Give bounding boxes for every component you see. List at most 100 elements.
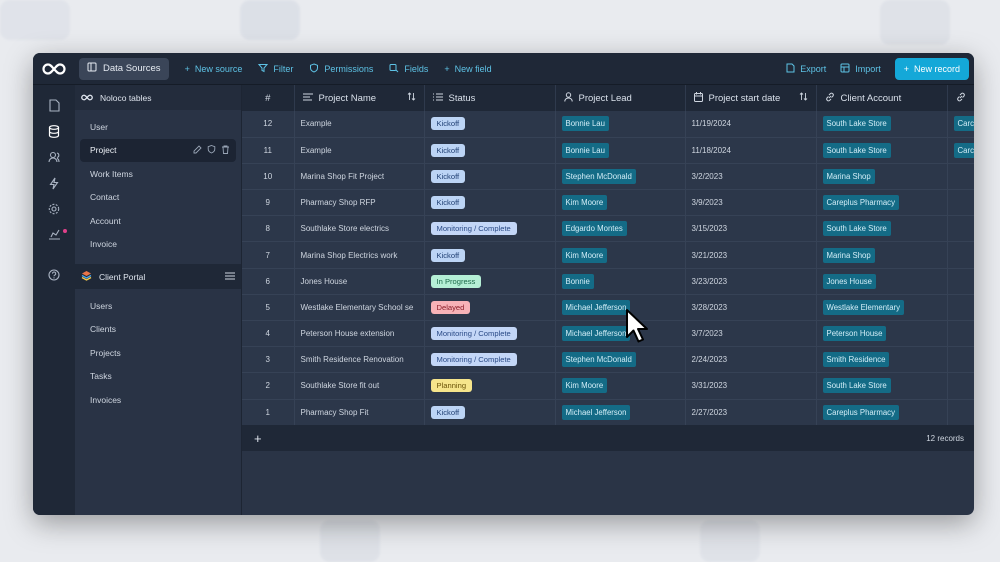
status-cell[interactable]: Monitoring / Complete <box>424 215 556 243</box>
sidebar-item-projects[interactable]: Projects <box>80 341 236 365</box>
project-name-cell[interactable]: Pharmacy Shop RFP <box>294 189 425 217</box>
linked-record-chip[interactable]: Carc <box>953 116 974 132</box>
sidebar-item-user[interactable]: User <box>80 115 236 139</box>
edit-icon[interactable] <box>193 145 202 156</box>
project-lead-chip[interactable]: Stephen McDonald <box>561 168 636 184</box>
add-row-button[interactable]: + <box>254 431 262 446</box>
project-lead-cell[interactable]: Stephen McDonald <box>555 346 686 374</box>
sort-icon[interactable] <box>799 92 808 104</box>
extra-cell[interactable]: Carc <box>947 137 974 164</box>
project-name-cell[interactable]: Westlake Elementary School se <box>294 294 425 322</box>
project-lead-chip[interactable]: Bonnie <box>561 273 594 289</box>
sidebar-item-tasks[interactable]: Tasks <box>80 365 236 389</box>
filter-button[interactable]: Filter <box>258 63 293 75</box>
client-account-cell[interactable]: South Lake Store <box>816 215 948 243</box>
new-field-button[interactable]: + New field <box>444 64 491 74</box>
extra-cell[interactable] <box>947 372 974 400</box>
import-button[interactable]: Import <box>840 63 881 75</box>
project-name-cell[interactable]: Pharmacy Shop Fit <box>294 399 425 426</box>
status-cell[interactable]: Delayed <box>424 294 556 322</box>
status-cell[interactable]: Kickoff <box>424 399 556 426</box>
status-cell[interactable]: Kickoff <box>424 163 556 191</box>
extra-cell[interactable]: Carc <box>947 111 974 138</box>
project-lead-cell[interactable]: Michael Jefferson <box>555 399 686 426</box>
client-account-cell[interactable]: South Lake Store <box>816 372 948 400</box>
table-row[interactable]: 6 Jones House In Progress Bonnie 3/23/2023 Jo… <box>242 268 974 295</box>
client-account-chip[interactable]: South Lake Store <box>822 116 891 132</box>
project-lead-cell[interactable]: Bonnie <box>555 268 686 295</box>
project-name-cell[interactable]: Marina Shop Electrics work <box>294 241 425 269</box>
extra-cell[interactable] <box>947 163 974 191</box>
sidebar-item-invoice[interactable]: Invoice <box>80 233 236 257</box>
data-sources-button[interactable]: Data Sources <box>79 57 169 80</box>
extra-cell[interactable] <box>947 399 974 426</box>
client-account-chip[interactable]: Careplus Pharmacy <box>822 195 899 211</box>
client-account-chip[interactable]: South Lake Store <box>822 142 891 158</box>
status-cell[interactable]: Monitoring / Complete <box>424 320 556 348</box>
client-account-cell[interactable]: Marina Shop <box>816 241 948 269</box>
new-source-button[interactable]: + New source <box>185 64 243 74</box>
sidebar-item-account[interactable]: Account <box>80 209 236 233</box>
users-icon[interactable] <box>47 150 61 164</box>
client-portal-header[interactable]: Client Portal <box>75 264 241 289</box>
client-account-cell[interactable]: Careplus Pharmacy <box>816 399 948 426</box>
column-header-extra[interactable] <box>947 85 974 111</box>
status-cell[interactable]: Monitoring / Complete <box>424 346 556 374</box>
extra-cell[interactable] <box>947 294 974 322</box>
client-account-chip[interactable]: Smith Residence <box>822 352 890 368</box>
table-row[interactable]: 2 Southlake Store fit out Planning Kim Moor… <box>242 372 974 400</box>
client-account-chip[interactable]: South Lake Store <box>822 221 891 237</box>
table-row[interactable]: 7 Marina Shop Electrics work Kickoff Kim Mo… <box>242 241 974 269</box>
project-lead-chip[interactable]: Michael Jefferson <box>561 326 631 342</box>
start-date-cell[interactable]: 2/24/2023 <box>685 346 817 374</box>
project-name-cell[interactable]: Smith Residence Renovation <box>294 346 425 374</box>
sidebar-item-users[interactable]: Users <box>80 294 236 318</box>
client-account-chip[interactable]: Careplus Pharmacy <box>822 404 899 420</box>
client-account-chip[interactable]: Westlake Elementary <box>822 299 905 315</box>
shield-icon[interactable] <box>207 144 216 156</box>
noloco-logo[interactable] <box>33 53 75 85</box>
client-account-chip[interactable]: Jones House <box>822 273 877 289</box>
status-cell[interactable]: Kickoff <box>424 137 556 164</box>
table-row[interactable]: 4 Peterson House extension Monitoring / Co… <box>242 320 974 348</box>
project-lead-cell[interactable]: Kim Moore <box>555 189 686 217</box>
column-header-client-account[interactable]: Client Account <box>816 85 948 111</box>
client-account-cell[interactable]: South Lake Store <box>816 111 948 138</box>
trash-icon[interactable] <box>221 145 230 156</box>
start-date-cell[interactable]: 3/31/2023 <box>685 372 817 400</box>
start-date-cell[interactable]: 11/19/2024 <box>685 111 817 138</box>
start-date-cell[interactable]: 3/9/2023 <box>685 189 817 217</box>
sort-icon[interactable] <box>407 92 416 104</box>
sidebar-item-clients[interactable]: Clients <box>80 318 236 342</box>
lightning-icon[interactable] <box>47 176 61 190</box>
status-cell[interactable]: Planning <box>424 372 556 400</box>
project-lead-chip[interactable]: Edgardo Montes <box>561 221 627 237</box>
client-account-chip[interactable]: Peterson House <box>822 326 887 342</box>
project-name-cell[interactable]: Peterson House extension <box>294 320 425 348</box>
column-header-project-name[interactable]: Project Name <box>294 85 425 111</box>
project-lead-cell[interactable]: Edgardo Montes <box>555 215 686 243</box>
page-icon[interactable] <box>47 98 61 112</box>
start-date-cell[interactable]: 3/21/2023 <box>685 241 817 269</box>
column-header-start-date[interactable]: Project start date <box>685 85 817 111</box>
sidebar-item-work-items[interactable]: Work Items <box>80 162 236 186</box>
project-lead-chip[interactable]: Michael Jefferson <box>561 299 631 315</box>
client-account-cell[interactable]: Peterson House <box>816 320 948 348</box>
start-date-cell[interactable]: 3/23/2023 <box>685 268 817 295</box>
client-account-cell[interactable]: Jones House <box>816 268 948 295</box>
column-header-number[interactable]: # <box>242 85 295 111</box>
new-record-button[interactable]: + New record <box>894 57 969 80</box>
project-lead-cell[interactable]: Stephen McDonald <box>555 163 686 191</box>
table-row[interactable]: 8 Southlake Store electrics Monitoring / C… <box>242 215 974 243</box>
project-name-cell[interactable]: Example <box>294 137 425 164</box>
extra-cell[interactable] <box>947 268 974 295</box>
project-lead-cell[interactable]: Michael Jefferson <box>555 320 686 348</box>
start-date-cell[interactable]: 2/27/2023 <box>685 399 817 426</box>
client-account-cell[interactable]: Smith Residence <box>816 346 948 374</box>
project-lead-cell[interactable]: Michael Jefferson <box>555 294 686 322</box>
table-row[interactable]: 12 Example Kickoff Bonnie Lau 11/19/2024 Sout… <box>242 111 974 138</box>
export-button[interactable]: Export <box>786 63 826 75</box>
fields-button[interactable]: Fields <box>389 63 428 75</box>
client-account-cell[interactable]: South Lake Store <box>816 137 948 164</box>
project-lead-cell[interactable]: Kim Moore <box>555 241 686 269</box>
